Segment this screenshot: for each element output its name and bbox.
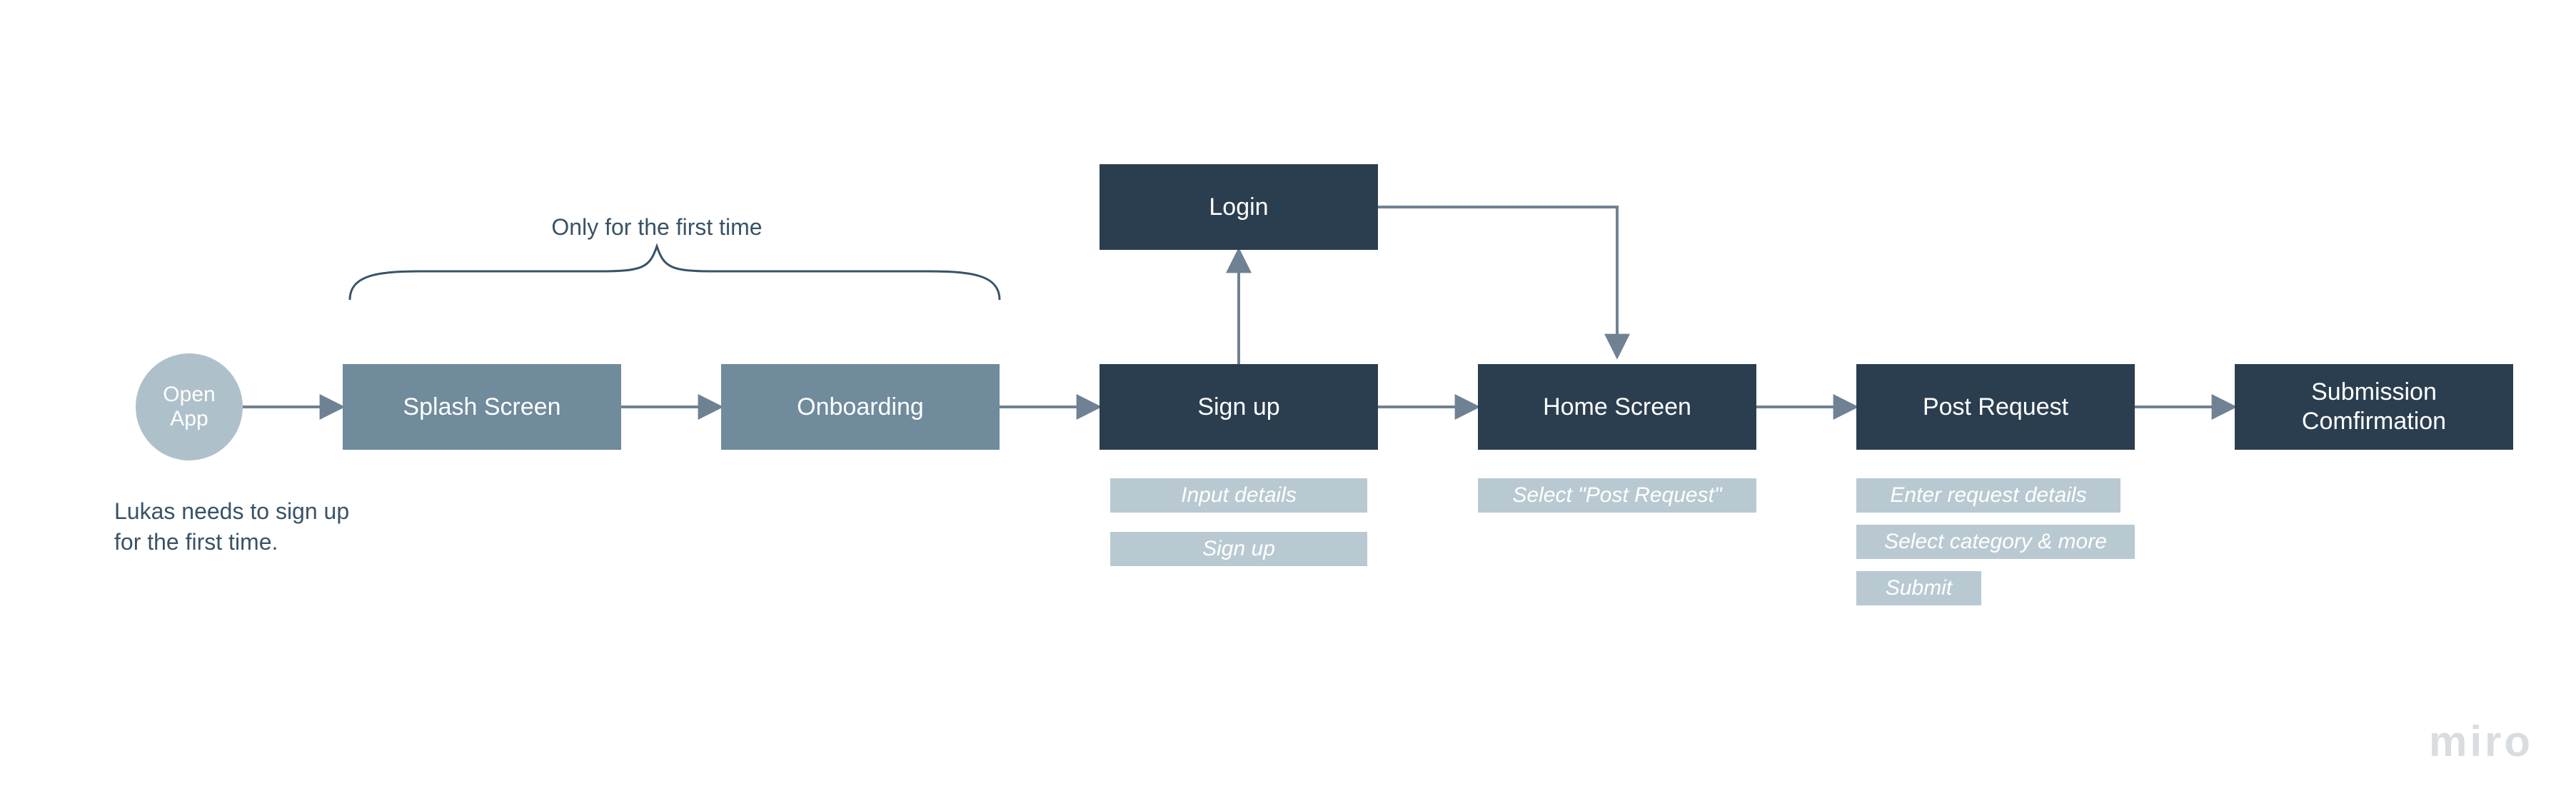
node-splash-screen: Splash Screen [343, 364, 621, 450]
substep-label: Select "Post Request" [1512, 483, 1721, 508]
substep-signup-2: Sign up [1110, 532, 1367, 566]
substep-label: Submit [1886, 575, 1952, 601]
node-login: Login [1100, 164, 1378, 250]
substep-label: Sign up [1202, 536, 1275, 562]
node-label: Onboarding [797, 393, 924, 422]
substep-label: Select category & more [1884, 529, 2107, 555]
brand-watermark: miro [2429, 717, 2533, 766]
node-label: Home Screen [1543, 393, 1691, 422]
node-label: Sign up [1197, 393, 1279, 422]
substep-signup-1: Input details [1110, 478, 1367, 513]
node-onboarding: Onboarding [721, 364, 1000, 450]
annotation-text: Lukas needs to sign up for the first tim… [114, 496, 350, 558]
node-sign-up: Sign up [1100, 364, 1378, 450]
start-circle-open-app: Open App [136, 353, 243, 460]
substep-label: Input details [1181, 483, 1297, 508]
substep-label: Enter request details [1890, 483, 2086, 508]
node-submission-confirmation: Submission Comfirmation [2235, 364, 2513, 450]
substep-home-1: Select "Post Request" [1478, 478, 1756, 513]
node-home-screen: Home Screen [1478, 364, 1756, 450]
arrow-login-to-home [1378, 207, 1617, 357]
diagram-stage: Only for the first time Open App Lukas n… [0, 0, 2576, 791]
node-post-request: Post Request [1856, 364, 2135, 450]
substep-post-1: Enter request details [1856, 478, 2120, 513]
substep-post-2: Select category & more [1856, 525, 2135, 559]
node-label: Login [1209, 193, 1268, 222]
brace-label: Only for the first time [493, 214, 821, 241]
node-label: Submission Comfirmation [2235, 378, 2513, 436]
node-label: Splash Screen [403, 393, 560, 422]
start-circle-label: Open App [163, 383, 215, 432]
brace [350, 246, 1000, 300]
substep-post-3: Submit [1856, 571, 1981, 605]
node-label: Post Request [1923, 393, 2068, 422]
